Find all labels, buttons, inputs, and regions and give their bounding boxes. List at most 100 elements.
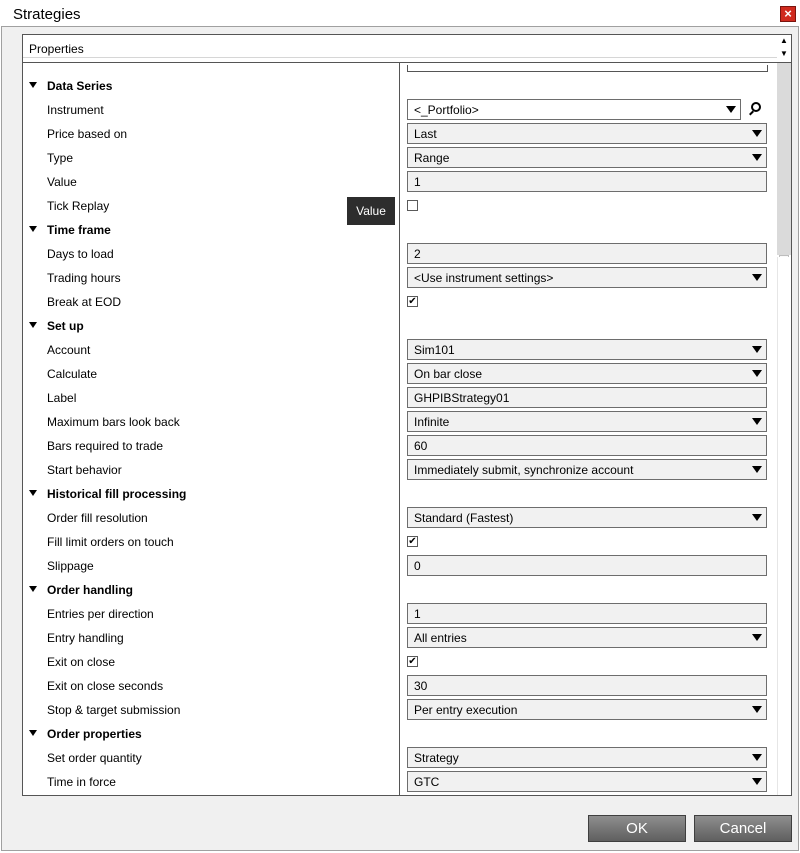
property-row-label: Label GHPIBStrategy01 (23, 386, 777, 410)
vertical-scrollbar[interactable] (777, 63, 791, 795)
chevron-down-icon[interactable] (752, 370, 762, 377)
category-historical-fill-processing[interactable]: Historical fill processing (23, 482, 777, 506)
scroll-up-icon[interactable]: ▲ (779, 36, 789, 46)
chevron-down-icon[interactable] (752, 346, 762, 353)
property-label: Days to load (47, 247, 114, 261)
collapse-triangle-icon[interactable] (29, 226, 37, 232)
field-value: 0 (414, 559, 421, 573)
field-value: Strategy (414, 751, 459, 765)
field-value: On bar close (414, 367, 483, 381)
label-input[interactable]: GHPIBStrategy01 (407, 387, 767, 408)
value-tooltip: Value (347, 197, 395, 225)
field-value: 60 (414, 439, 428, 453)
fill-limit-orders-on-touch-checkbox[interactable]: ✔ (407, 536, 418, 547)
field-value: 2 (414, 247, 421, 261)
days-to-load-input[interactable]: 2 (407, 243, 767, 264)
property-row-stop-target-submission: Stop & target submission Per entry execut… (23, 698, 777, 722)
close-icon[interactable]: × (780, 6, 796, 22)
collapse-triangle-icon[interactable] (29, 586, 37, 592)
break-at-eod-checkbox[interactable]: ✔ (407, 296, 418, 307)
stop-target-submission-dropdown[interactable]: Per entry execution (407, 699, 767, 720)
trading-hours-dropdown[interactable]: <Use instrument settings> (407, 267, 767, 288)
property-label: Price based on (47, 127, 128, 141)
property-row-set-order-quantity: Set order quantity Strategy (23, 746, 777, 770)
properties-header: Properties ▲ ▼ (23, 35, 791, 63)
account-dropdown[interactable]: Sim101 (407, 339, 767, 360)
property-label: Instrument (47, 103, 104, 117)
price-based-on-dropdown[interactable]: Last (407, 123, 767, 144)
property-row-days-to-load: Days to load 2 (23, 242, 777, 266)
exit-on-close-seconds-input[interactable]: 30 (407, 675, 767, 696)
cancel-button[interactable]: Cancel (694, 815, 792, 842)
field-value: GTC (414, 775, 440, 789)
chevron-down-icon[interactable] (752, 274, 762, 281)
property-row-slippage: Slippage 0 (23, 554, 777, 578)
field-value: GHPIBStrategy01 (414, 391, 510, 405)
collapse-triangle-icon[interactable] (29, 82, 37, 88)
category-set-up[interactable]: Set up (23, 314, 777, 338)
category-label: Data Series (47, 79, 113, 93)
collapse-triangle-icon[interactable] (29, 322, 37, 328)
property-row-tick-replay: Tick Replay (23, 194, 777, 218)
property-label: Fill limit orders on touch (47, 535, 174, 549)
chevron-down-icon[interactable] (752, 130, 762, 137)
category-order-properties[interactable]: Order properties (23, 722, 777, 746)
partial-field-above (407, 65, 768, 72)
property-label: Account (47, 343, 91, 357)
order-fill-resolution-dropdown[interactable]: Standard (Fastest) (407, 507, 767, 528)
property-label: Tick Replay (47, 199, 110, 213)
value-input[interactable]: 1 (407, 171, 767, 192)
category-label: Historical fill processing (47, 487, 187, 501)
property-label: Label (47, 391, 77, 405)
chevron-down-icon[interactable] (752, 754, 762, 761)
start-behavior-dropdown[interactable]: Immediately submit, synchronize account (407, 459, 767, 480)
window-title: Strategies (13, 6, 81, 23)
field-value: Infinite (414, 415, 450, 429)
collapse-triangle-icon[interactable] (29, 730, 37, 736)
category-time-frame[interactable]: Time frame (23, 218, 777, 242)
collapse-triangle-icon[interactable] (29, 490, 37, 496)
category-order-handling[interactable]: Order handling (23, 578, 777, 602)
set-order-quantity-dropdown[interactable]: Strategy (407, 747, 767, 768)
search-icon[interactable] (747, 100, 767, 120)
scrollbar-track[interactable] (777, 63, 791, 255)
field-value: Range (414, 151, 450, 165)
type-dropdown[interactable]: Range (407, 147, 767, 168)
chevron-down-icon[interactable] (752, 706, 762, 713)
chevron-down-icon[interactable] (752, 778, 762, 785)
ok-button[interactable]: OK (588, 815, 686, 842)
chevron-down-icon[interactable] (752, 154, 762, 161)
instrument-dropdown[interactable]: <_Portfolio> (407, 99, 741, 120)
chevron-down-icon[interactable] (752, 418, 762, 425)
property-row-exit-on-close-seconds: Exit on close seconds 30 (23, 674, 777, 698)
calculate-dropdown[interactable]: On bar close (407, 363, 767, 384)
property-row-time-in-force: Time in force GTC (23, 770, 777, 794)
property-row-account: Account Sim101 (23, 338, 777, 362)
chevron-down-icon[interactable] (752, 634, 762, 641)
field-value: All entries (414, 631, 467, 645)
bars-required-to-trade-input[interactable]: 60 (407, 435, 767, 456)
scroll-down-icon[interactable]: ▼ (779, 49, 789, 59)
properties-panel: Properties ▲ ▼ Data Series Instrument <_Po… (22, 34, 792, 796)
category-data-series[interactable]: Data Series (23, 74, 777, 98)
property-row-start-behavior: Start behavior Immediately submit, synchr… (23, 458, 777, 482)
category-label: Order properties (47, 727, 142, 741)
property-row-break-at-eod: Break at EOD ✔ (23, 290, 777, 314)
scrollbar-track-lower[interactable] (777, 257, 791, 795)
chevron-down-icon[interactable] (752, 514, 762, 521)
property-label: Value (47, 175, 77, 189)
time-in-force-dropdown[interactable]: GTC (407, 771, 767, 792)
entry-handling-dropdown[interactable]: All entries (407, 627, 767, 648)
slippage-input[interactable]: 0 (407, 555, 767, 576)
maximum-bars-look-back-dropdown[interactable]: Infinite (407, 411, 767, 432)
exit-on-close-checkbox[interactable]: ✔ (407, 656, 418, 667)
property-label: Order fill resolution (47, 511, 148, 525)
property-row-trading-hours: Trading hours <Use instrument settings> (23, 266, 777, 290)
field-value: 1 (414, 175, 421, 189)
chevron-down-icon[interactable] (752, 466, 762, 473)
entries-per-direction-input[interactable]: 1 (407, 603, 767, 624)
tick-replay-checkbox[interactable] (407, 200, 418, 211)
chevron-down-icon[interactable] (726, 106, 736, 113)
property-row-entries-per-direction: Entries per direction 1 (23, 602, 777, 626)
category-label: Order handling (47, 583, 134, 597)
